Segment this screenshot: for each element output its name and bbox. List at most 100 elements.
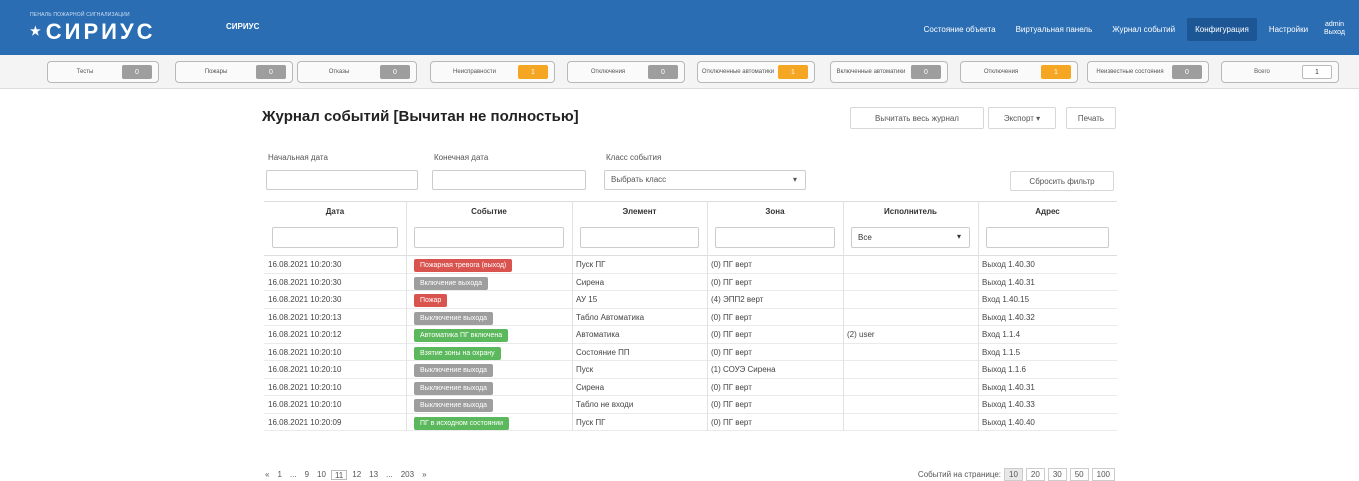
counter-5[interactable]: Отключения 0 [567,61,685,83]
cell-element: Пуск [576,365,594,374]
per-page-100-option[interactable]: 100 [1091,468,1115,481]
read-all-button[interactable]: Вычитать весь журнал [850,107,984,129]
page-9-button[interactable]: 9 [302,470,312,480]
col-event-filter-input[interactable] [414,227,564,248]
cell-date: 16.08.2021 10:20:30 [268,295,342,304]
cell-date: 16.08.2021 10:20:10 [268,347,342,357]
page-1-button[interactable]: 1 [274,470,284,480]
col-element-header[interactable]: Элемент [572,202,707,221]
table-row[interactable]: 16.08.2021 10:20:30 Включение выхода Сирен… [264,274,1117,291]
col-event-header[interactable]: Событие [406,202,572,221]
cell-event: Взятие зоны на охрану [406,344,572,361]
page-11-button[interactable]: 11 [330,470,348,480]
counter-1[interactable]: Тесты 0 [47,61,159,83]
event-class-label: Класс события [606,153,662,162]
col-zone-header[interactable]: Зона [707,202,843,221]
counter-value: 0 [911,65,941,79]
counter-10[interactable]: Всего 1 [1221,61,1339,83]
event-badge: Выключение выхода [414,364,494,377]
cell-user [843,309,978,326]
table-row[interactable]: 16.08.2021 10:20:30 Пожарная тревога (вых… [264,256,1117,274]
cell-address: Вход 1.1.4 [982,330,1021,339]
counter-7[interactable]: Включенные автоматики 0 [830,61,948,83]
col-date-filter-input[interactable] [272,227,398,248]
per-page-selector: Событий на странице: 10 20 30 50 100 [918,468,1115,481]
event-class-select[interactable]: Выбрать класс ▾ [604,170,806,190]
cell-user [843,379,978,396]
counter-value: 1 [518,65,548,79]
counter-label: Отказы [328,69,350,75]
table-row[interactable]: 16.08.2021 10:20:10 Выключение выхода Табл… [264,396,1117,414]
reset-filter-button[interactable]: Сбросить фильтр [1010,171,1114,191]
print-button[interactable]: Печать [1066,107,1116,129]
cell-element: Автоматика [576,330,620,339]
col-user-header[interactable]: Исполнитель [843,202,978,221]
table-row[interactable]: 16.08.2021 10:20:12 Автоматика ПГ включен… [264,326,1117,344]
counter-6[interactable]: Отключенные автоматики 1 [697,61,815,83]
counter-9[interactable]: Неизвестные состояния 0 [1087,61,1209,83]
cell-date: 16.08.2021 10:20:13 [268,312,342,322]
col-zone-filter-input[interactable] [715,227,835,248]
per-page-50-option[interactable]: 50 [1069,468,1089,481]
nav-event-log[interactable]: Журнал событий [1104,18,1183,41]
table-row[interactable]: 16.08.2021 10:20:30 Пожар АУ 15 (4) ЭПП2 ве… [264,291,1117,309]
cell-user: (2) user [847,330,875,339]
table-row[interactable]: 16.08.2021 10:20:13 Выключение выхода Табл… [264,309,1117,326]
page-next-button[interactable]: » [419,470,429,480]
table-row[interactable]: 16.08.2021 10:20:10 Взятие зоны на охрану… [264,344,1117,361]
per-page-20-option[interactable]: 20 [1025,468,1045,481]
table-row[interactable]: 16.08.2021 10:20:10 Выключение выхода Пуск… [264,361,1117,379]
cell-zone: (0) ПГ верт [711,330,752,339]
cell-element: Пуск ПГ [576,260,606,269]
user-menu[interactable]: admin Выход [1324,21,1345,37]
per-page-label: Событий на странице: [917,470,1002,479]
counter-2[interactable]: Пожары 0 [175,61,293,83]
nav-configuration[interactable]: Конфигурация [1187,17,1257,41]
column-filter-row: Все ▾ [264,221,1117,256]
page-10-button[interactable]: 10 [314,470,329,480]
column-divider [707,201,708,431]
cell-user [843,396,978,413]
event-badge: Взятие зоны на охрану [414,346,501,360]
per-page-10-option[interactable]: 10 [1004,468,1023,481]
per-page-30-option[interactable]: 30 [1047,468,1067,481]
nav-settings[interactable]: Настройки [1261,18,1316,41]
table-header: Дата Событие Элемент Зона Исполнитель Адрес [264,201,1117,221]
caret-down-icon: ▾ [792,175,797,184]
table-row[interactable]: 16.08.2021 10:20:09 ПГ в исходном состоян… [264,414,1117,431]
cell-zone: (0) ПГ верт [711,312,752,322]
export-dropdown[interactable]: Экспорт ▾ [988,107,1056,129]
page-prev-button[interactable]: « [262,470,272,480]
cell-zone: (0) ПГ верт [711,382,752,392]
nav-virtual-panel[interactable]: Виртуальная панель [1008,18,1101,41]
cell-zone: (1) СОУЭ Сирена [711,365,776,374]
col-address-header[interactable]: Адрес [978,202,1117,221]
cell-date: 16.08.2021 10:20:10 [268,382,342,392]
end-date-input[interactable] [432,170,586,190]
caret-down-icon: ▾ [1036,113,1041,123]
counter-3[interactable]: Отказы 0 [297,61,417,83]
col-user-filter-input[interactable]: Все ▾ [851,227,970,248]
cell-address: Выход 1.1.6 [982,365,1026,374]
cell-date: 16.08.2021 10:20:10 [268,365,342,374]
event-badge: Выключение выхода [414,381,494,395]
cell-element: Пуск ПГ [576,417,606,427]
col-address-filter-input[interactable] [986,227,1109,248]
counter-4[interactable]: Неисправности 1 [430,61,555,83]
col-date-header[interactable]: Дата [264,202,406,221]
start-date-input[interactable] [266,170,418,190]
page-12-button[interactable]: 12 [349,470,364,480]
brand-logo[interactable]: ПЕНАЛЬ ПОЖАРНОЙ СИГНАЛИЗАЦИИ ★СИРИУС [30,12,210,48]
event-table: Дата Событие Элемент Зона Исполнитель Адрес В… [264,201,1117,431]
page-13-button[interactable]: 13 [366,470,381,480]
page-203-button[interactable]: 203 [398,470,417,480]
nav-object-state[interactable]: Состояние объекта [916,18,1004,41]
cell-user [843,344,978,361]
counter-value: 0 [380,65,410,79]
logout-link[interactable]: Выход [1324,29,1345,37]
counter-label: Тесты [76,69,94,75]
col-element-filter-input[interactable] [580,227,699,248]
brand-name: ★СИРИУС [30,19,156,44]
table-row[interactable]: 16.08.2021 10:20:10 Выключение выхода Сире… [264,379,1117,396]
counter-8[interactable]: Отключения 1 [960,61,1078,83]
